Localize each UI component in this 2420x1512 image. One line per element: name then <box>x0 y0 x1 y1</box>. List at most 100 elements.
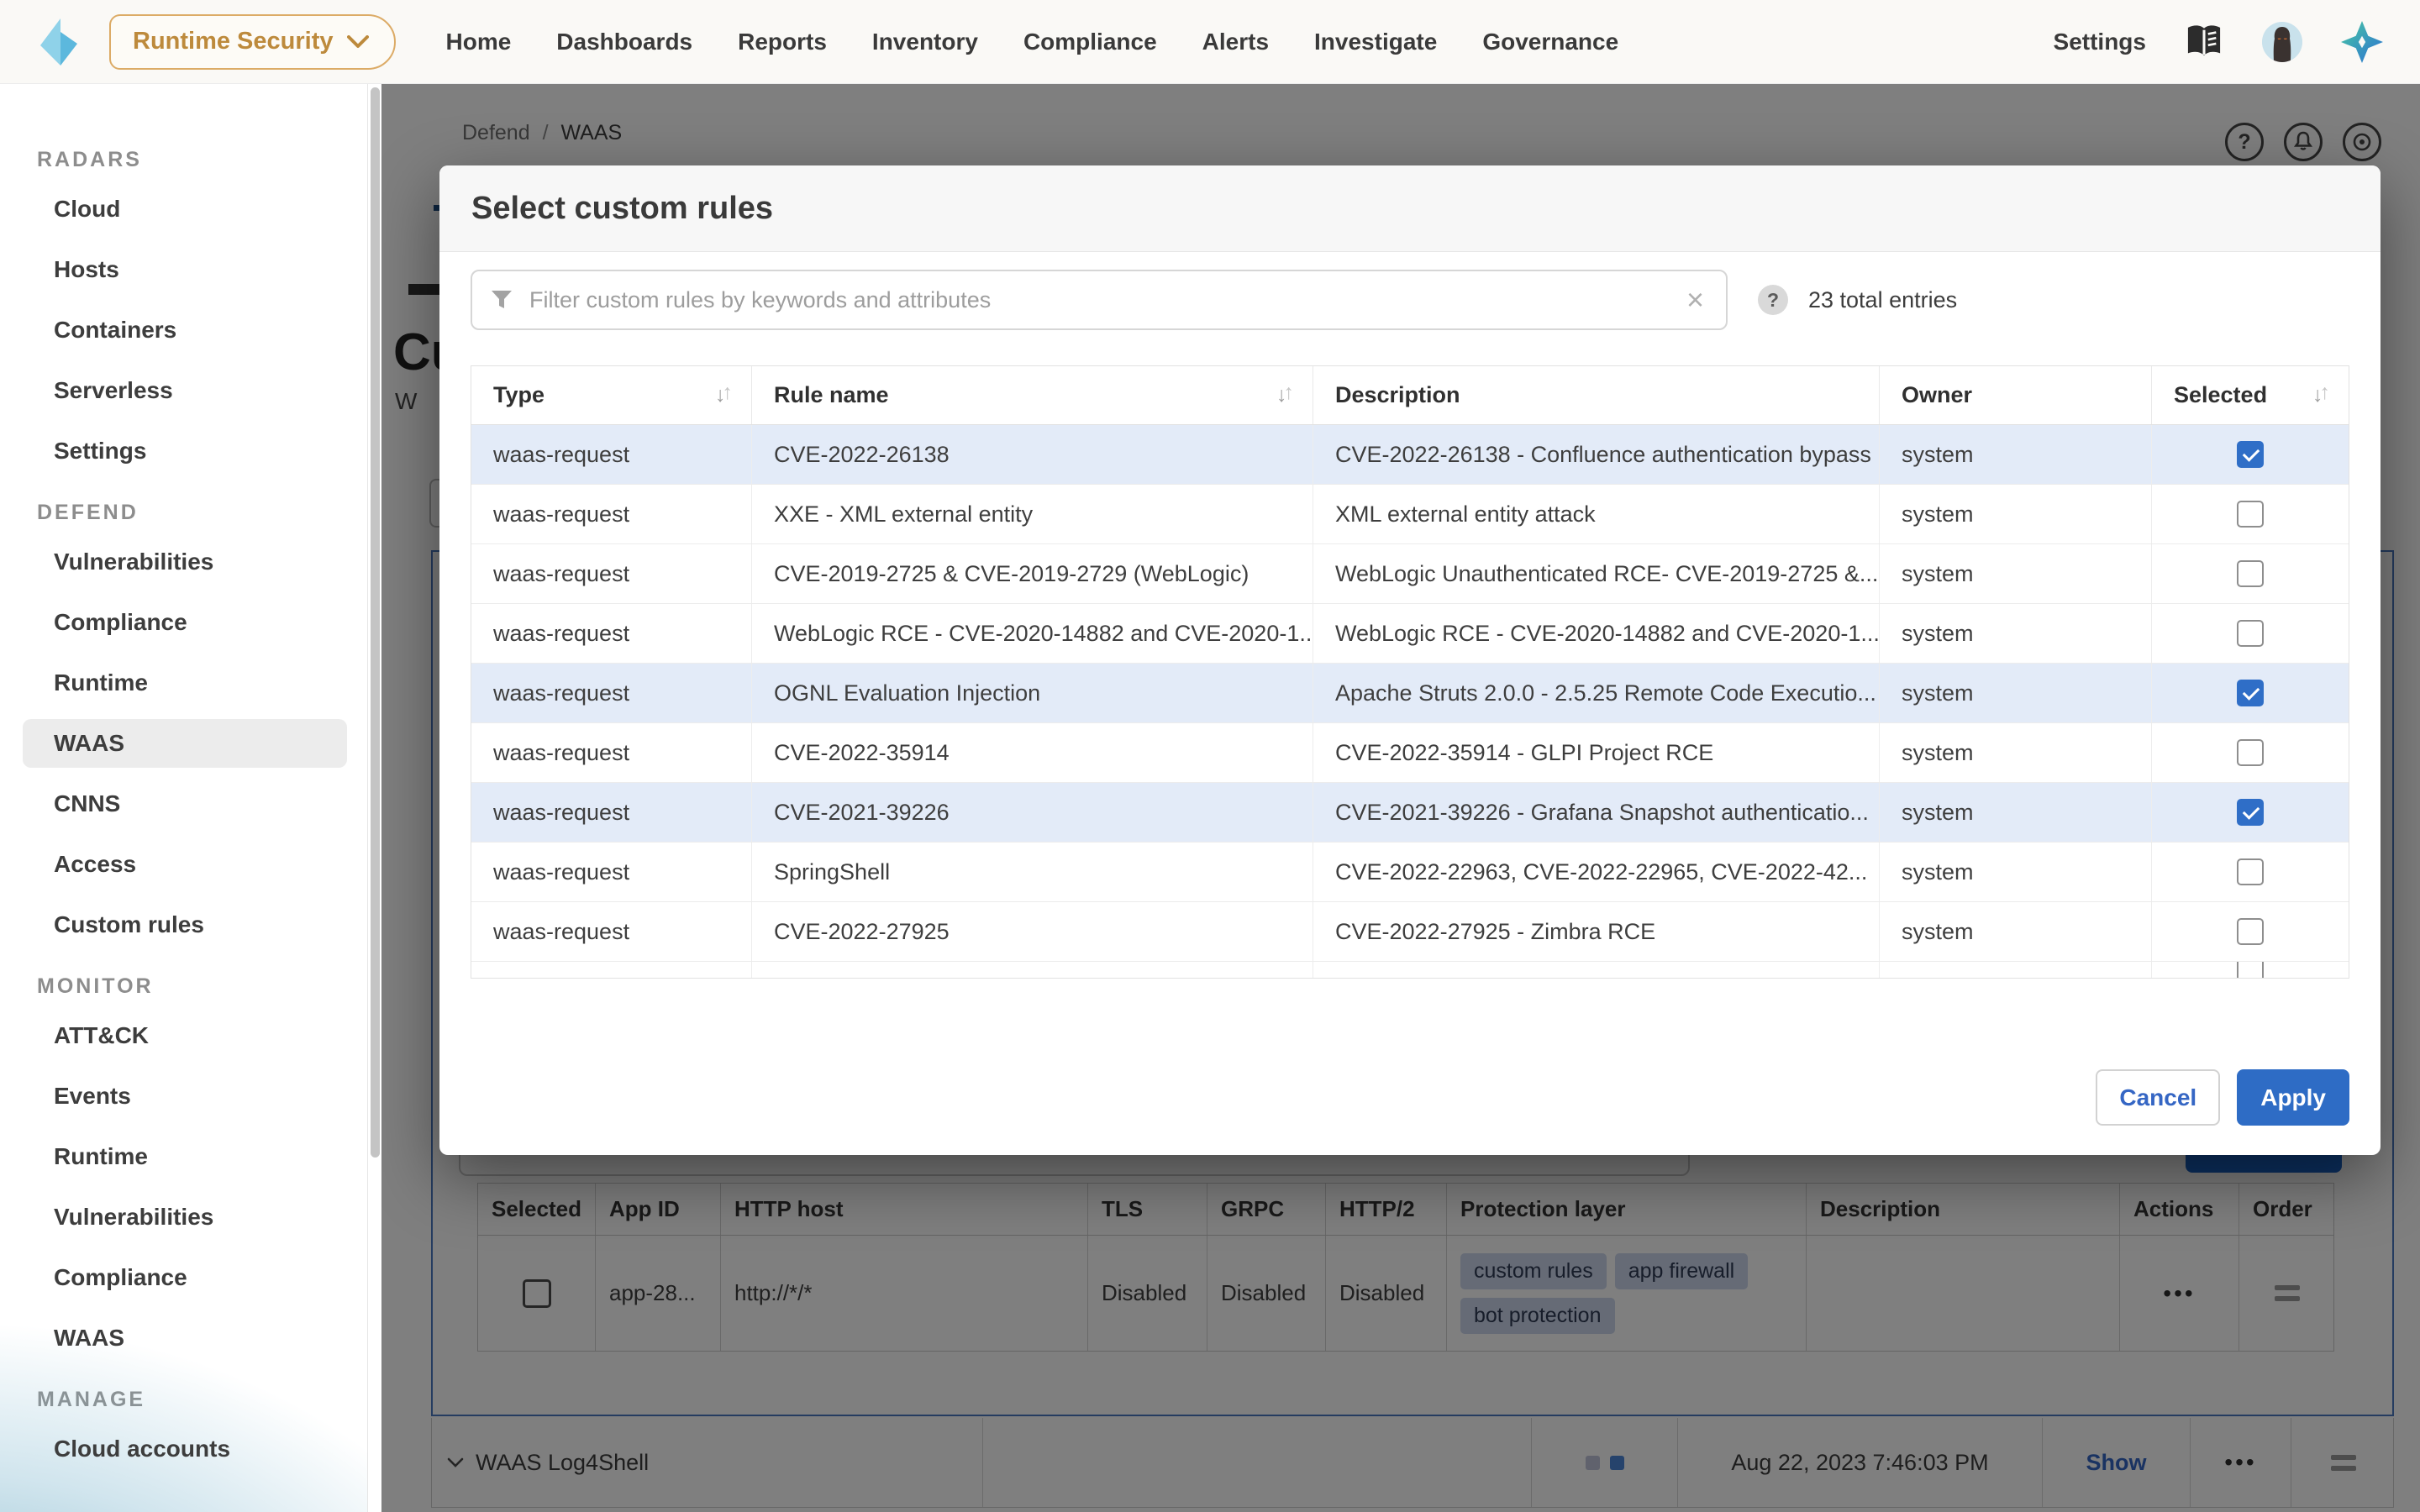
rule-type-cell: waas-request <box>471 664 752 722</box>
col-header-rule-name[interactable]: Rule name ↓↑ <box>752 366 1313 424</box>
rule-selected-cell <box>2152 962 2349 979</box>
module-switcher[interactable]: Runtime Security <box>109 14 396 70</box>
rule-checkbox[interactable] <box>2237 560 2264 587</box>
help-icon[interactable]: ? <box>1758 285 1788 315</box>
col-label: Rule name <box>774 382 889 408</box>
custom-rule-row[interactable]: waas-requestCVE-2021-39226CVE-2021-39226… <box>471 783 2349 843</box>
filter-custom-rules-input[interactable] <box>528 286 1668 314</box>
select-custom-rules-modal: Select custom rules × ? 23 total entries… <box>439 165 2381 1155</box>
chevron-down-icon <box>347 35 369 49</box>
sidebar-item-custom-rules[interactable]: Custom rules <box>23 900 347 949</box>
rule-owner-cell: system <box>1880 485 2152 543</box>
rule-checkbox[interactable] <box>2237 620 2264 647</box>
rule-owner-cell: system <box>1880 544 2152 603</box>
col-header-type[interactable]: Type ↓↑ <box>471 366 752 424</box>
rule-checkbox[interactable] <box>2237 799 2264 826</box>
col-header-description[interactable]: Description <box>1313 366 1880 424</box>
sidebar-item-compliance[interactable]: Compliance <box>23 598 347 647</box>
nav-inventory[interactable]: Inventory <box>872 29 978 55</box>
sidebar-item-runtime[interactable]: Runtime <box>23 1132 347 1181</box>
sidebar-item-hosts[interactable]: Hosts <box>23 245 347 294</box>
nav-compliance[interactable]: Compliance <box>1023 29 1157 55</box>
sidebar-item-cloud[interactable]: Cloud <box>23 185 347 234</box>
rule-cell-clipped <box>1313 962 1880 979</box>
rule-description-cell: CVE-2022-27925 - Zimbra RCE <box>1313 902 1880 961</box>
sidebar-scrollbar[interactable] <box>367 84 381 1512</box>
rule-checkbox[interactable] <box>2237 739 2264 766</box>
user-avatar[interactable] <box>2262 22 2302 62</box>
top-nav-right: Settings <box>2054 21 2383 63</box>
modal-header: Select custom rules <box>439 165 2381 252</box>
sort-icon[interactable]: ↓↑ <box>2312 383 2327 407</box>
apply-button[interactable]: Apply <box>2237 1069 2349 1126</box>
rule-type-cell: waas-request <box>471 723 752 782</box>
custom-rule-row[interactable]: waas-requestCVE-2022-27925CVE-2022-27925… <box>471 902 2349 962</box>
sort-icon[interactable]: ↓↑ <box>1276 383 1291 407</box>
sidebar-item-waas[interactable]: WAAS <box>23 719 347 768</box>
rule-selected-cell <box>2152 425 2349 484</box>
custom-rule-row[interactable]: waas-requestOGNL Evaluation InjectionApa… <box>471 664 2349 723</box>
rule-type-cell: waas-request <box>471 902 752 961</box>
rule-description-cell: XML external entity attack <box>1313 485 1880 543</box>
rule-checkbox[interactable] <box>2237 962 2264 979</box>
sidebar-item-serverless[interactable]: Serverless <box>23 366 347 415</box>
rule-checkbox[interactable] <box>2237 441 2264 468</box>
sidebar-section-header: MANAGE <box>37 1374 367 1425</box>
sidebar-item-events[interactable]: Events <box>23 1072 347 1121</box>
nav-investigate[interactable]: Investigate <box>1314 29 1437 55</box>
sidebar-item-settings[interactable]: Settings <box>23 427 347 475</box>
col-header-owner[interactable]: Owner <box>1880 366 2152 424</box>
nav-governance[interactable]: Governance <box>1482 29 1618 55</box>
clear-filter-icon[interactable]: × <box>1683 285 1707 315</box>
sidebar-item-cloud-accounts[interactable]: Cloud accounts <box>23 1425 347 1473</box>
custom-rule-row[interactable]: waas-requestCVE-2022-35914CVE-2022-35914… <box>471 723 2349 783</box>
rule-name-cell: WebLogic RCE - CVE-2020-14882 and CVE-20… <box>752 604 1313 663</box>
sidebar-item-compliance[interactable]: Compliance <box>23 1253 347 1302</box>
sidebar-item-vulnerabilities[interactable]: Vulnerabilities <box>23 538 347 586</box>
rule-checkbox[interactable] <box>2237 918 2264 945</box>
nav-reports[interactable]: Reports <box>738 29 827 55</box>
custom-rules-table-header: Type ↓↑ Rule name ↓↑ Description Owner S… <box>471 366 2349 425</box>
top-navigation-bar: Runtime Security Home Dashboards Reports… <box>0 0 2420 84</box>
sidebar-item-vulnerabilities[interactable]: Vulnerabilities <box>23 1193 347 1242</box>
prisma-star-icon[interactable] <box>2341 21 2383 63</box>
col-header-selected[interactable]: Selected ↓↑ <box>2152 366 2349 424</box>
rule-type-cell: waas-request <box>471 783 752 842</box>
rule-name-cell: CVE-2019-2725 & CVE-2019-2729 (WebLogic) <box>752 544 1313 603</box>
custom-rule-row[interactable]: waas-requestCVE-2022-26138CVE-2022-26138… <box>471 425 2349 485</box>
sort-icon[interactable]: ↓↑ <box>715 383 729 407</box>
nav-alerts[interactable]: Alerts <box>1202 29 1269 55</box>
custom-rule-row[interactable]: waas-requestSpringShellCVE-2022-22963, C… <box>471 843 2349 902</box>
module-switcher-label: Runtime Security <box>133 28 334 55</box>
rule-description-cell: CVE-2022-26138 - Confluence authenticati… <box>1313 425 1880 484</box>
sidebar-item-containers[interactable]: Containers <box>23 306 347 354</box>
sidebar-section-header: RADARS <box>37 134 367 185</box>
rule-selected-cell <box>2152 604 2349 663</box>
rule-checkbox[interactable] <box>2237 858 2264 885</box>
sidebar-item-waas[interactable]: WAAS <box>23 1314 347 1362</box>
rule-description-cell: Apache Struts 2.0.0 - 2.5.25 Remote Code… <box>1313 664 1880 722</box>
rule-type-cell: waas-request <box>471 425 752 484</box>
nav-home[interactable]: Home <box>446 29 512 55</box>
rule-checkbox[interactable] <box>2237 501 2264 528</box>
col-label: Description <box>1335 382 1460 408</box>
cancel-button[interactable]: Cancel <box>2096 1069 2220 1126</box>
rule-name-cell: CVE-2022-26138 <box>752 425 1313 484</box>
sidebar-item-runtime[interactable]: Runtime <box>23 659 347 707</box>
sidebar-item-att-ck[interactable]: ATT&CK <box>23 1011 347 1060</box>
rule-selected-cell <box>2152 902 2349 961</box>
custom-rule-row[interactable]: waas-requestWebLogic RCE - CVE-2020-1488… <box>471 604 2349 664</box>
sidebar: RADARSCloud Hosts Containers Serverless Sett… <box>0 84 367 1512</box>
custom-rule-row[interactable]: waas-requestXXE - XML external entityXML… <box>471 485 2349 544</box>
documentation-book-icon[interactable] <box>2185 24 2223 60</box>
help-glyph: ? <box>1767 289 1779 312</box>
col-label: Type <box>493 382 544 408</box>
custom-rule-row[interactable]: waas-requestCVE-2019-2725 & CVE-2019-272… <box>471 544 2349 604</box>
sidebar-item-cnns[interactable]: CNNS <box>23 780 347 828</box>
rule-checkbox[interactable] <box>2237 680 2264 706</box>
scrollbar-thumb[interactable] <box>371 87 380 1158</box>
sidebar-item-access[interactable]: Access <box>23 840 347 889</box>
nav-dashboards[interactable]: Dashboards <box>556 29 692 55</box>
nav-settings[interactable]: Settings <box>2054 29 2146 55</box>
rule-cell-clipped <box>752 962 1313 979</box>
